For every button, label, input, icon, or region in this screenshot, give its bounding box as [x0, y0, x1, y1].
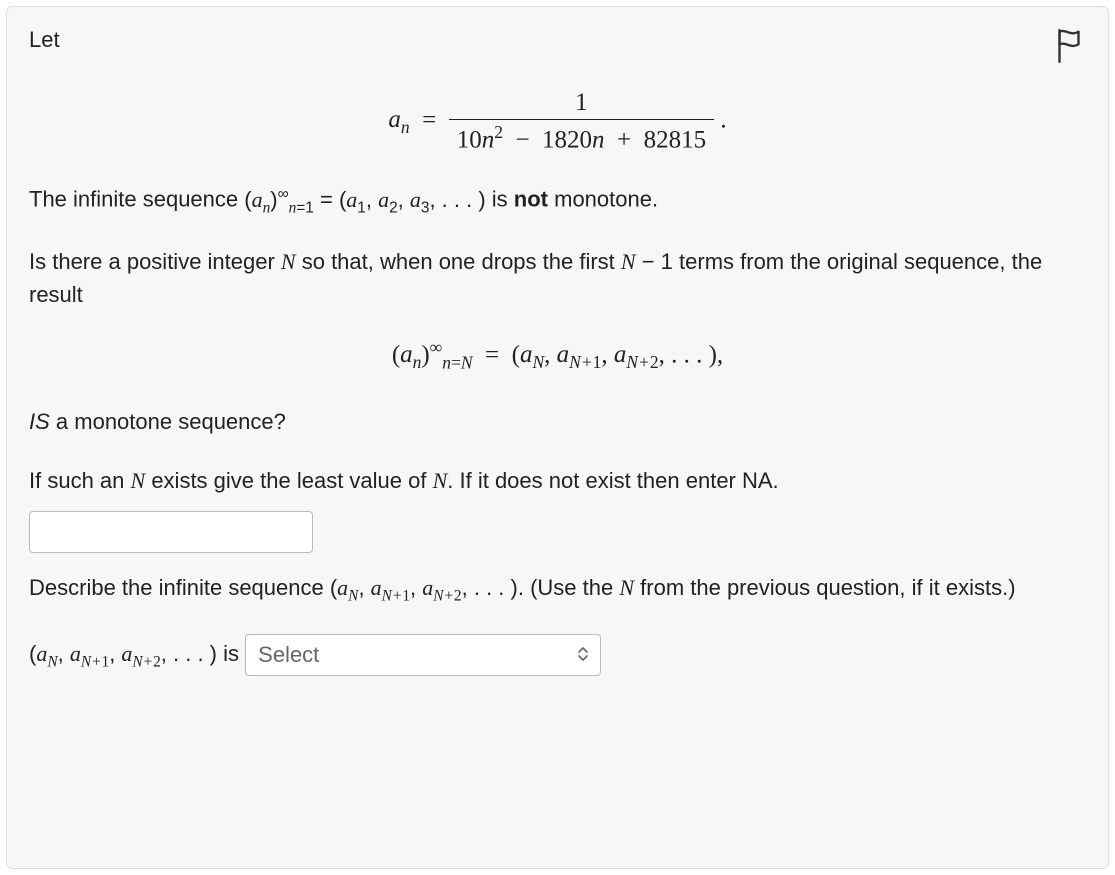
sequence-expression: (an)∞n=1 = (a1, a2, a3, . . . ): [244, 187, 485, 212]
text-bold-not: not: [514, 187, 548, 212]
statement-not-monotone: The infinite sequence (an)∞n=1 = (a1, a2…: [29, 182, 1086, 219]
text-is: is: [223, 641, 245, 666]
fraction-denominator: 10n2 − 1820n + 82815: [449, 119, 714, 154]
answer-select-row: (aN, aN+1, aN+2, . . . ) is Select: [29, 634, 1086, 676]
answer-N-input[interactable]: [29, 511, 313, 553]
emphasis-is: IS: [29, 409, 50, 434]
sequence-expression-2: (aN, aN+1, aN+2, . . . ): [29, 641, 217, 666]
fraction-numerator: 1: [449, 89, 714, 119]
top-row: Let: [29, 27, 1086, 71]
question-card: Let an = 1 10n2 − 1820n + 82815 . The in…: [6, 6, 1109, 869]
question-para-2: IS a monotone sequence?: [29, 405, 1086, 438]
describe-sequence-prompt: Describe the infinite sequence (aN, aN+1…: [29, 571, 1086, 608]
instruction-least-N: If such an N exists give the least value…: [29, 464, 1086, 497]
select-wrapper: Select: [245, 634, 601, 676]
question-para-1: Is there a positive integer N so that, w…: [29, 245, 1086, 311]
text-monotone-q: a monotone sequence?: [50, 409, 286, 434]
intro-text: Let: [29, 27, 60, 53]
formula-eq: =: [422, 106, 436, 133]
formula-truncated: (an)∞n=N = (aN, aN+1, aN+2, . . . ),: [29, 337, 1086, 373]
text-mid: is: [492, 187, 514, 212]
text-suffix: monotone.: [548, 187, 658, 212]
flag-icon[interactable]: [1052, 27, 1086, 71]
formula-var: a: [388, 106, 401, 133]
formula-dot: .: [720, 106, 726, 133]
formula-definition: an = 1 10n2 − 1820n + 82815 .: [29, 89, 1086, 154]
formula-sub: n: [401, 117, 410, 137]
sequence-type-select[interactable]: Select: [245, 634, 601, 676]
formula-fraction: 1 10n2 − 1820n + 82815: [449, 89, 714, 154]
text-prefix: The infinite sequence: [29, 187, 244, 212]
